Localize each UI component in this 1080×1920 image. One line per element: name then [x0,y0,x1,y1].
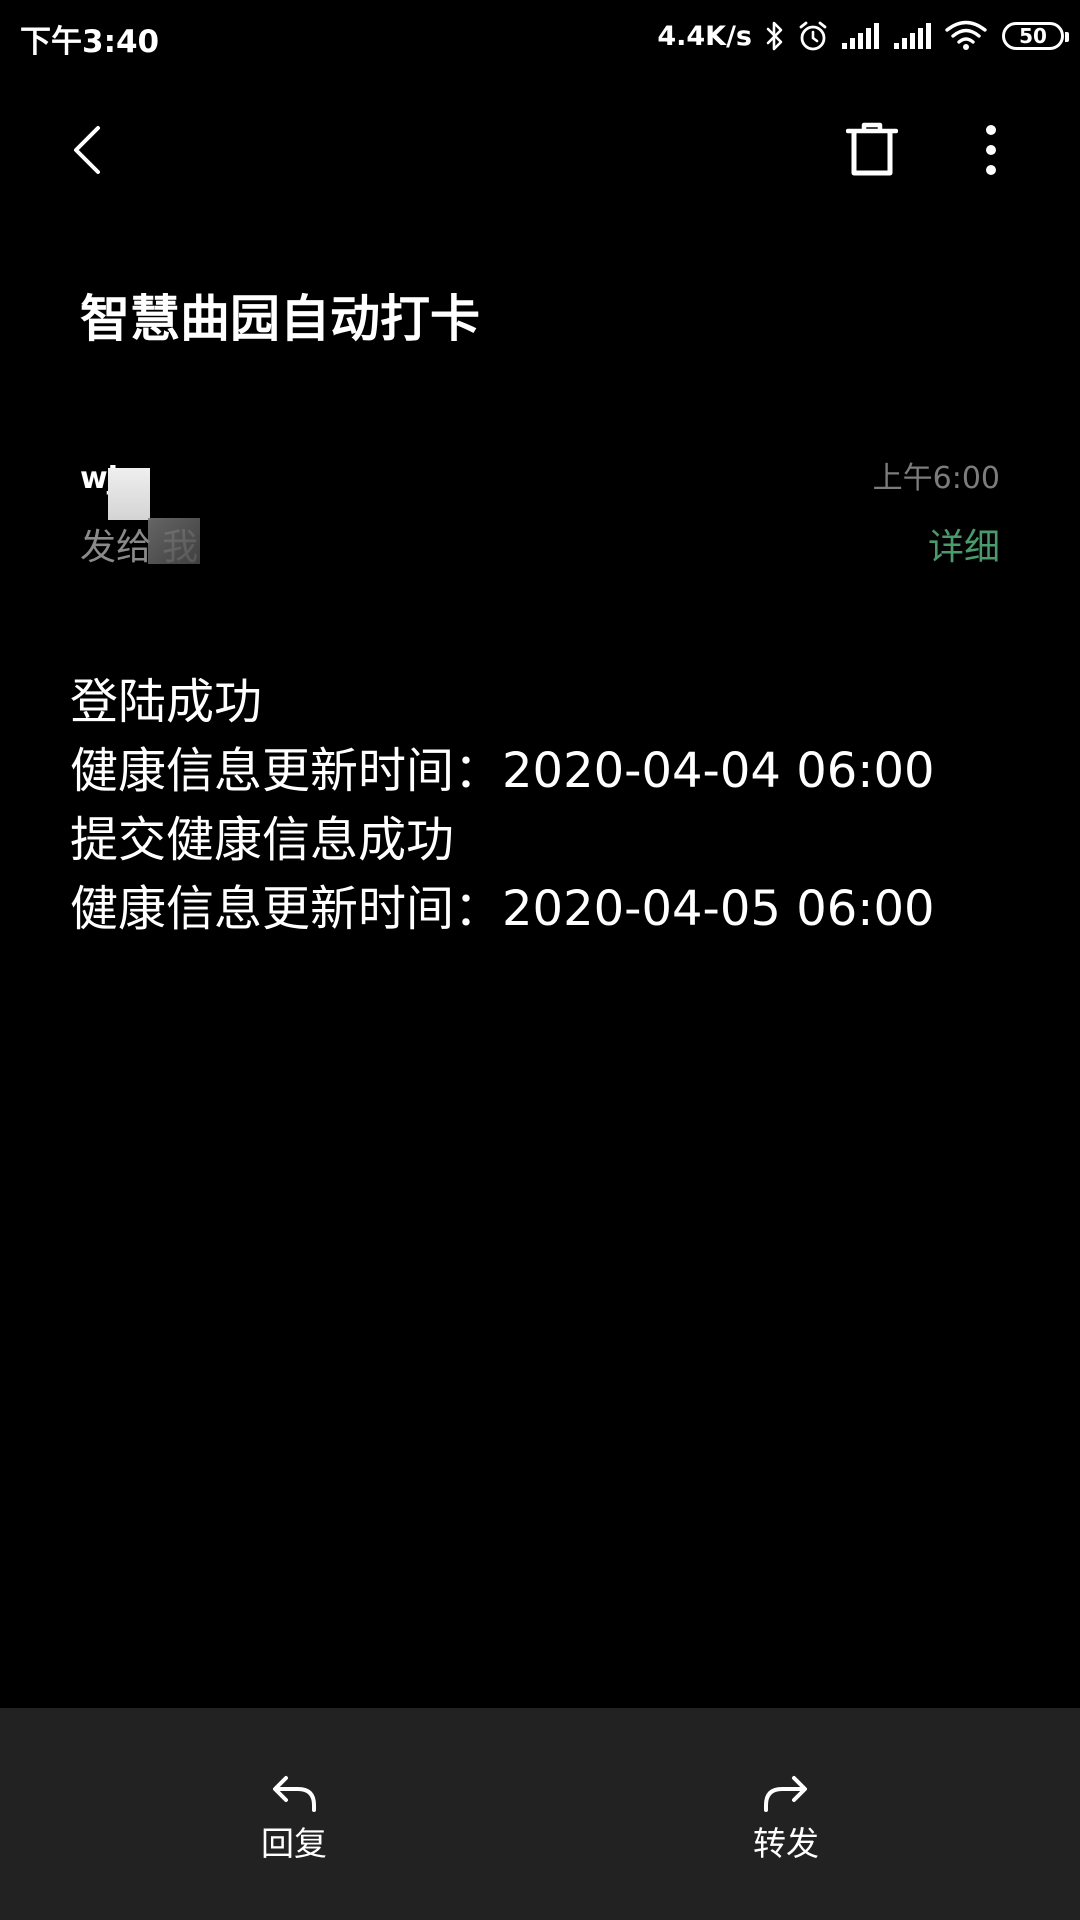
reply-label: 回复 [261,1824,327,1863]
redaction-mask [148,518,200,564]
email-subject: 智慧曲园自动打卡 [80,290,480,348]
battery-level: 50 [1019,24,1047,48]
redaction-mask [108,468,150,520]
status-bar: 下午3:40 4.4K/s 50 [0,0,1080,72]
network-speed: 4.4K/s [657,20,752,52]
forward-icon [762,1774,810,1814]
bluetooth-icon [764,20,786,52]
trash-icon [845,122,899,182]
wifi-icon [944,19,988,53]
forward-button[interactable]: 转发 [706,1774,866,1864]
battery-icon: 50 [1002,22,1069,50]
more-vertical-icon [984,124,998,180]
status-icons: 4.4K/s 50 [657,14,1069,58]
status-time: 下午3:40 [20,24,160,60]
more-options-button[interactable] [966,120,1016,184]
forward-label: 转发 [753,1824,819,1863]
reply-icon [270,1774,318,1814]
email-body: 登陆成功 健康信息更新时间：2020-04-04 06:00 提交健康信息成功 … [70,668,1010,944]
delete-button[interactable] [840,120,904,184]
email-time: 上午6:00 [872,461,1000,496]
signal-icon [840,21,882,51]
details-link[interactable]: 详细 [928,526,1000,570]
body-line: 提交健康信息成功 [70,812,455,868]
reply-button[interactable]: 回复 [214,1774,374,1864]
body-line: 健康信息更新时间：2020-04-04 06:00 [70,743,935,799]
alarm-icon [796,19,830,53]
recipient-prefix: 发给 [80,527,153,568]
back-button[interactable] [60,120,116,184]
body-line: 登陆成功 [70,674,263,730]
bottom-toolbar: 回复 转发 [0,1708,1080,1920]
body-line: 健康信息更新时间：2020-04-05 06:00 [70,881,935,937]
signal-icon [892,21,934,51]
back-icon [68,122,108,182]
